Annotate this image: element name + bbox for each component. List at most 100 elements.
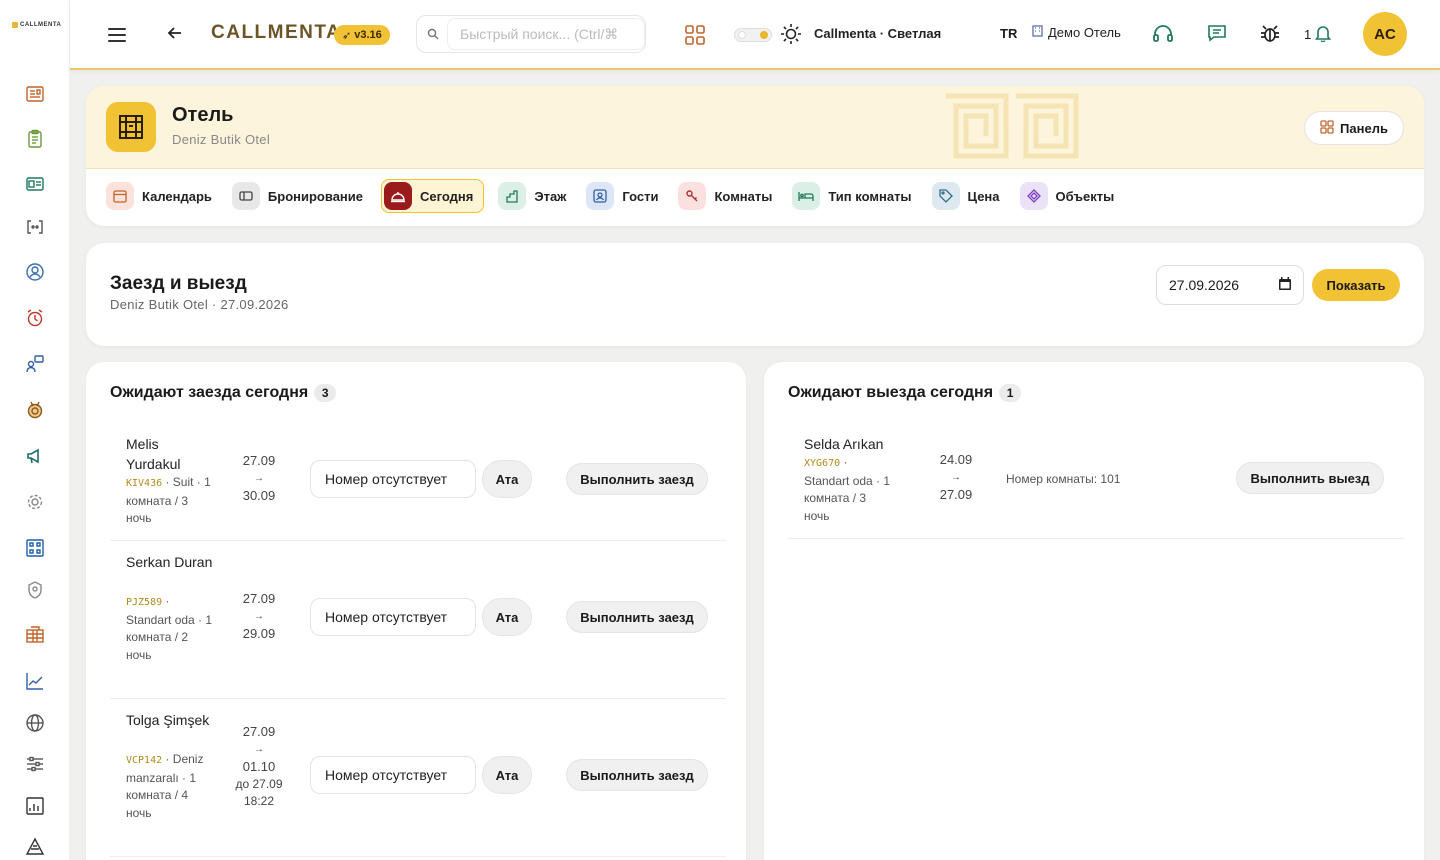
version-text: v3.16 [354, 29, 382, 41]
version-badge: ➶ v3.16 [334, 25, 390, 45]
dashboard-icon[interactable] [24, 83, 46, 105]
checkin-button[interactable]: Выполнить заезд [566, 463, 708, 495]
theme-label[interactable]: Callmenta · Светлая [814, 26, 941, 41]
hotel-tabs: Календарь Бронирование Сегодня Этаж Гост… [104, 179, 1120, 213]
language-switch[interactable]: TR [1000, 26, 1017, 41]
room-select[interactable]: Номер отсутствует [310, 756, 476, 794]
departures-card: Ожидают выезда сегодня 1 Selda Arıkan XYG… [764, 362, 1424, 860]
chat-icon[interactable] [1207, 23, 1227, 43]
brand-name[interactable]: CALLMENTA [211, 22, 341, 44]
user-chat-icon[interactable] [24, 353, 46, 375]
user-circle-icon[interactable] [24, 261, 46, 283]
reservation-code[interactable]: VCP142 [126, 755, 162, 766]
assign-button[interactable]: Ата [482, 756, 532, 794]
checkin-button[interactable]: Выполнить заезд [566, 759, 708, 791]
room-select[interactable]: Номер отсутствует [310, 460, 476, 498]
stay-dates: 24.09 → 27.09 [931, 451, 981, 504]
departures-title-text: Ожидают выезда сегодня [788, 384, 994, 401]
qr-grid-icon[interactable] [24, 537, 46, 559]
hotel-selector[interactable]: Демо Отель [1032, 25, 1121, 40]
tab-price[interactable]: Цена [930, 179, 1006, 213]
tab-today[interactable]: Сегодня [381, 179, 485, 213]
guest-name: Serkan Duran [126, 554, 213, 570]
floor-icon [498, 182, 527, 210]
bug-icon[interactable] [1259, 23, 1281, 45]
tab-label: Объекты [1055, 188, 1115, 204]
show-button[interactable]: Показать [1312, 269, 1400, 301]
arrow-icon: → [254, 743, 264, 755]
tab-guests[interactable]: Гости [584, 179, 664, 213]
checkin-deadline: до 27.09 18:22 [235, 776, 283, 809]
date-from: 27.09 [242, 591, 276, 606]
key-icon [678, 182, 707, 210]
panel-button-label: Панель [1340, 120, 1388, 136]
reservation-code[interactable]: KIV436 [126, 478, 162, 489]
app-logo[interactable]: CALLMENTA [12, 22, 61, 28]
code-brackets-icon[interactable] [24, 216, 46, 238]
search-input[interactable]: Быстрый поиск... (Ctrl/⌘ [447, 18, 645, 50]
shield-icon[interactable] [24, 579, 46, 601]
panel-button[interactable]: Панель [1304, 111, 1404, 145]
date-to: 27.09 [939, 487, 973, 502]
checkin-button[interactable]: Выполнить заезд [566, 601, 708, 633]
apps-grid-icon[interactable] [684, 24, 706, 46]
arrivals-count-badge: 3 [314, 384, 337, 402]
notifications[interactable]: 1 [1304, 24, 1332, 45]
back-arrow-icon[interactable] [166, 24, 184, 42]
decorative-pattern [946, 93, 1079, 159]
date-to: 29.09 [242, 626, 276, 641]
arrival-row: Melis Yurdakul KIV436 · Suit · 1 комната… [110, 424, 726, 541]
date-from: 27.09 [242, 724, 276, 739]
reservation-code[interactable]: PJZ589 [126, 597, 162, 608]
room-select[interactable]: Номер отсутствует [310, 598, 476, 636]
sliders-icon[interactable] [24, 753, 46, 775]
arrow-icon: → [951, 471, 961, 483]
tab-calendar[interactable]: Календарь [104, 179, 218, 213]
building-icon[interactable] [24, 624, 46, 646]
arrow-icon: → [254, 610, 264, 622]
gear-icon[interactable] [24, 491, 46, 513]
menu-toggle-button[interactable] [106, 24, 128, 46]
sun-icon[interactable] [780, 23, 802, 45]
avatar[interactable]: AC [1363, 12, 1407, 56]
globe-icon[interactable] [24, 712, 46, 734]
hotel-header-card: Отель Deniz Butik Otel Панель Календарь … [86, 86, 1424, 226]
headset-icon[interactable] [1152, 23, 1174, 45]
theme-toggle[interactable] [734, 28, 772, 42]
tab-objects[interactable]: Объекты [1018, 179, 1121, 213]
calendar-icon [106, 182, 134, 210]
bar-report-icon[interactable] [24, 795, 46, 817]
date-picker-input[interactable]: 27.09.2026 [1156, 265, 1304, 305]
alarm-icon[interactable] [24, 307, 46, 329]
tab-booking[interactable]: Бронирование [230, 179, 369, 213]
guest-name: Selda Arıkan [804, 436, 884, 452]
tab-rooms[interactable]: Комнаты [676, 179, 778, 213]
medal-icon[interactable] [24, 399, 46, 421]
checkout-button[interactable]: Выполнить выезд [1236, 462, 1384, 494]
assign-button[interactable]: Ата [482, 460, 532, 498]
triangle-icon[interactable] [24, 836, 46, 858]
tab-label: Тип комнаты [828, 188, 912, 204]
page-subtitle: Deniz Butik Otel [172, 132, 271, 147]
tab-room-type[interactable]: Тип комнаты [790, 179, 917, 213]
reservation-code[interactable]: XYG670 [804, 458, 840, 469]
stay-dates: 27.09 → 01.10 до 27.09 18:22 [234, 723, 284, 811]
tab-label: Этаж [534, 188, 567, 204]
date-to: 30.09 [242, 488, 276, 503]
assign-button[interactable]: Ата [482, 598, 532, 636]
logo-text: CALLMENTA [20, 22, 62, 28]
calendar-icon[interactable] [1279, 277, 1291, 293]
tab-label: Комнаты [714, 188, 773, 204]
page-title: Отель [172, 104, 234, 126]
tab-floor[interactable]: Этаж [496, 179, 572, 213]
reservation-meta: PJZ589 · Standart oda · 1 комната / 2 но… [126, 593, 216, 664]
id-card-icon[interactable] [24, 173, 46, 195]
clipboard-icon[interactable] [24, 128, 46, 150]
quick-search[interactable]: Быстрый поиск... (Ctrl/⌘ [416, 15, 646, 53]
date-from: 24.09 [939, 452, 973, 467]
room-number: Номер комнаты: 101 [1006, 472, 1121, 486]
stay-dates: 27.09 → 30.09 [234, 452, 284, 505]
line-chart-icon[interactable] [24, 670, 46, 692]
search-icon [427, 27, 439, 45]
megaphone-icon[interactable] [24, 445, 46, 467]
